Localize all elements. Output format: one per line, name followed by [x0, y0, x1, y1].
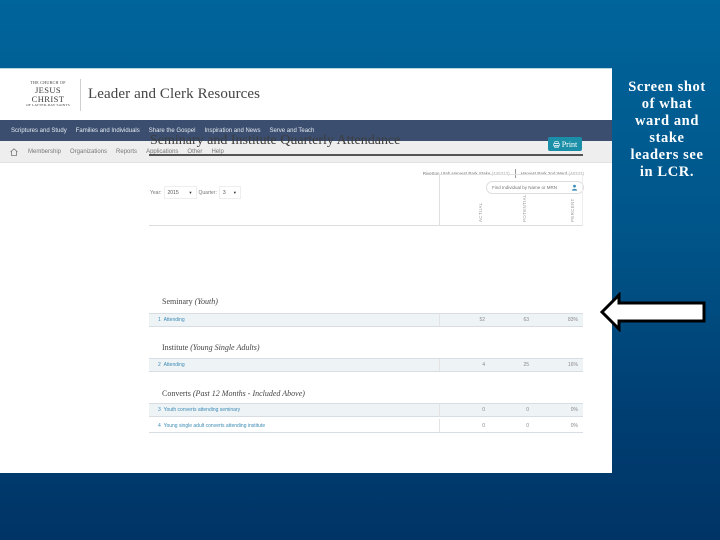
- site-header: THE CHURCH OF JESUS CHRIST OF LATTER-DAY…: [0, 68, 612, 120]
- actual-value: 0: [482, 422, 485, 429]
- section-title-institute: Institute (Young Single Adults): [162, 343, 260, 352]
- row-number: 4: [158, 422, 161, 429]
- percent-value: 83%: [567, 317, 578, 323]
- logo-line-2: JESUS CHRIST: [31, 85, 65, 104]
- section-subtitle: (Past 12 Months - Included Above): [192, 389, 305, 398]
- printer-icon: [553, 140, 560, 148]
- table-row[interactable]: 4 Young single adult converts attending …: [149, 419, 583, 433]
- sub-nav-membership[interactable]: Membership: [28, 149, 61, 155]
- row-label[interactable]: 1 Attending: [149, 317, 439, 323]
- app-title[interactable]: Leader and Clerk Resources: [88, 86, 260, 103]
- quarter-select[interactable]: 3 ▼: [218, 186, 241, 199]
- section-subtitle: (Youth): [194, 297, 218, 306]
- actual-value: 4: [482, 362, 485, 368]
- church-logo[interactable]: THE CHURCH OF JESUS CHRIST OF LATTER-DAY…: [18, 81, 78, 108]
- print-label: Print: [561, 139, 578, 149]
- report-filters: Year: 2015 ▼ Quarter: 3 ▼: [150, 186, 241, 199]
- main-nav-scriptures[interactable]: Scriptures and Study: [11, 128, 67, 134]
- table-row[interactable]: 1 Attending 52 63 83%: [149, 313, 583, 327]
- quarter-label: Quarter:: [198, 189, 217, 196]
- year-label: Year:: [150, 189, 162, 196]
- actual-value: 0: [482, 407, 485, 413]
- percent-value: 0%: [570, 407, 578, 413]
- sub-nav-reports[interactable]: Reports: [116, 149, 137, 155]
- column-headers: ACTUAL POTENTIAL PERCENT: [439, 174, 583, 226]
- table-row[interactable]: 2 Attending 4 25 16%: [149, 358, 583, 372]
- column-header-potential: POTENTIAL: [522, 194, 527, 222]
- title-underline: [149, 154, 583, 156]
- row-label[interactable]: 2 Attending: [149, 362, 439, 368]
- home-icon[interactable]: [9, 147, 19, 157]
- potential-value: 0: [526, 422, 529, 429]
- year-select[interactable]: 2015 ▼: [163, 186, 197, 199]
- caret-down-icon: ▼: [188, 190, 193, 195]
- row-number: 3: [158, 407, 161, 413]
- column-header-actual: ACTUAL: [478, 202, 483, 222]
- print-button[interactable]: Print: [548, 137, 582, 151]
- slide-caption: Screen shot of what ward and stake leade…: [628, 79, 706, 180]
- section-subtitle: (Young Single Adults): [190, 343, 260, 352]
- section-name: Seminary: [162, 297, 193, 306]
- section-title-converts: Converts (Past 12 Months - Included Abov…: [162, 389, 305, 398]
- row-label-text: Young single adult converts attending in…: [163, 422, 266, 429]
- column-divider: [439, 404, 440, 416]
- logo-line-3: OF LATTER-DAY SAINTS: [26, 103, 70, 108]
- row-label-text: Attending: [163, 317, 185, 323]
- column-divider: [439, 419, 440, 432]
- row-number: 2: [158, 362, 161, 368]
- percent-value: 0%: [570, 422, 578, 429]
- column-divider: [439, 359, 440, 371]
- section-name: Converts: [162, 389, 191, 398]
- potential-value: 0: [526, 407, 529, 413]
- column-divider: [439, 314, 440, 326]
- main-nav-families[interactable]: Families and Individuals: [76, 128, 140, 134]
- section-title-seminary: Seminary (Youth): [162, 297, 218, 306]
- left-arrow-icon: [599, 292, 706, 332]
- quarter-value: 3: [222, 189, 226, 196]
- row-number: 1: [158, 317, 161, 323]
- row-label-text: Youth converts attending seminary: [163, 407, 241, 413]
- column-header-percent: PERCENT: [570, 198, 575, 222]
- actual-value: 52: [479, 317, 485, 323]
- potential-value: 63: [523, 317, 529, 323]
- percent-value: 16%: [567, 362, 578, 368]
- page-title: Seminary and Institute Quarterly Attenda…: [150, 133, 401, 148]
- row-label[interactable]: 4 Young single adult converts attending …: [149, 423, 439, 429]
- logo-divider: [80, 78, 81, 111]
- table-row[interactable]: 3 Youth converts attending seminary 0 0 …: [149, 403, 583, 417]
- row-label[interactable]: 3 Youth converts attending seminary: [149, 407, 439, 413]
- caret-down-icon: ▼: [232, 190, 237, 195]
- potential-value: 25: [523, 362, 529, 368]
- year-value: 2015: [167, 189, 179, 196]
- row-label-text: Attending: [163, 362, 185, 368]
- sub-nav-organizations[interactable]: Organizations: [70, 149, 107, 155]
- section-name: Institute: [162, 343, 189, 352]
